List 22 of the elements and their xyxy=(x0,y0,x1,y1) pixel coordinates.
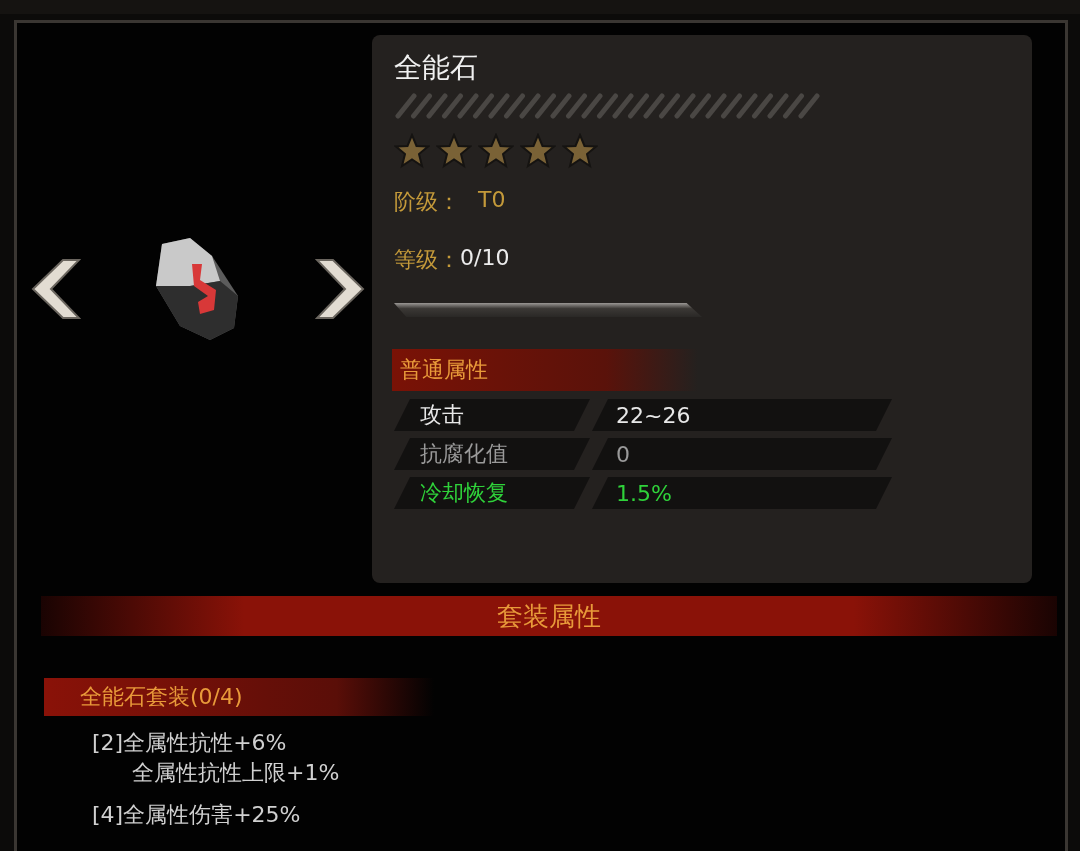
level-value: 0/10 xyxy=(460,245,510,272)
set-bonus-text: [2]全属性抗性+6% xyxy=(92,729,288,757)
attribute-name: 冷却恢复 xyxy=(394,477,590,509)
star-icon xyxy=(436,133,472,169)
set-bonus-text: [4]全属性伤害+25% xyxy=(92,801,302,829)
section-banner: 套装属性 xyxy=(41,596,1057,636)
attribute-value: 1.5% xyxy=(592,477,892,509)
item-name: 全能石 xyxy=(394,50,479,86)
star-icon xyxy=(562,133,598,169)
star-icon xyxy=(520,133,556,169)
star-icon xyxy=(394,133,430,169)
attribute-name: 攻击 xyxy=(394,399,590,431)
set-bonus-text: 全属性抗性上限+1% xyxy=(131,759,341,787)
star-icon xyxy=(478,133,514,169)
previous-arrow[interactable] xyxy=(29,258,81,320)
tier-label: 阶级： xyxy=(394,188,460,216)
attribute-name: 抗腐化值 xyxy=(394,438,590,470)
next-arrow[interactable] xyxy=(315,258,367,320)
attribute-value: 22~26 xyxy=(592,399,892,431)
tier-value: T0 xyxy=(478,187,506,214)
attribute-value: 0 xyxy=(592,438,892,470)
level-label: 等级： xyxy=(394,246,460,274)
